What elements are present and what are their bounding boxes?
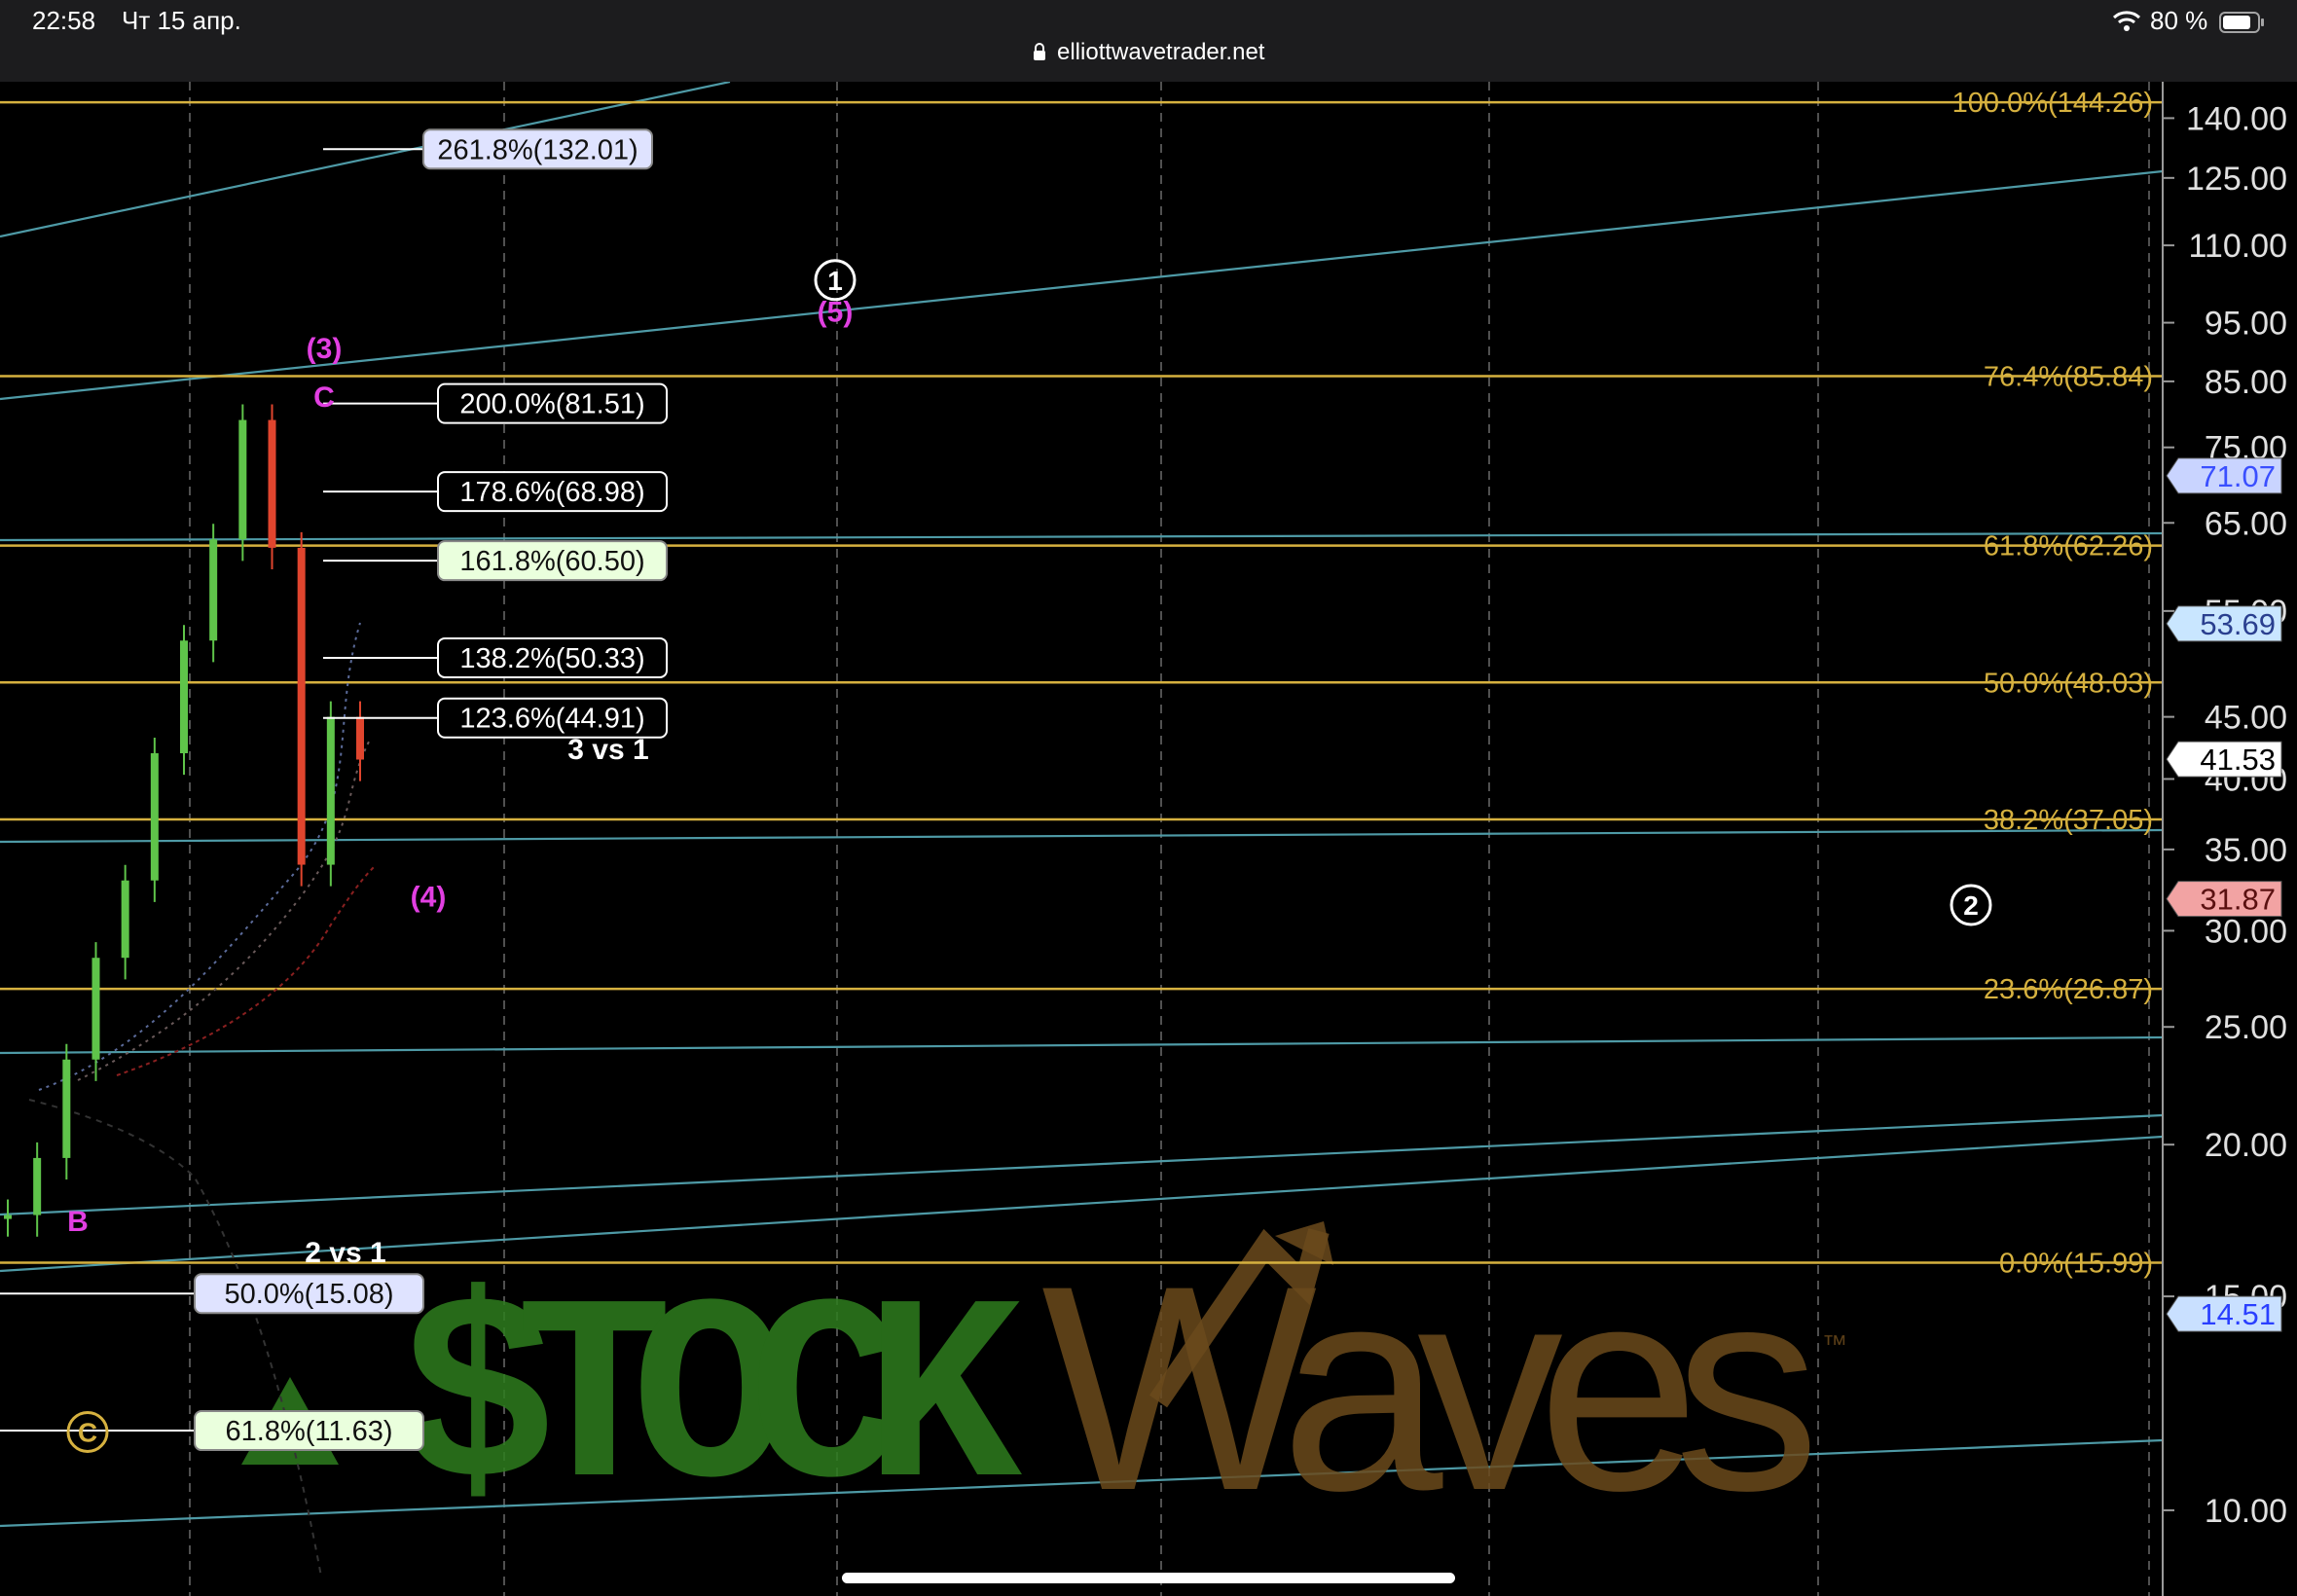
candle-body-9 bbox=[268, 419, 276, 548]
candle-body-3 bbox=[91, 958, 100, 1060]
fib-retracement-label-3: 50.0%(48.03) bbox=[1984, 668, 2153, 699]
candle-body-7 bbox=[209, 539, 218, 641]
price-axis-label-12: 25.00 bbox=[2205, 1009, 2287, 1046]
price-tag-label-2: 41.53 bbox=[2200, 743, 2276, 777]
home-indicator[interactable] bbox=[842, 1573, 1455, 1583]
circled-label-1: 2 bbox=[1963, 890, 1979, 921]
candle-body-2 bbox=[62, 1059, 71, 1158]
price-axis-label-6: 65.00 bbox=[2205, 505, 2287, 542]
price-axis-label-13: 20.00 bbox=[2205, 1127, 2287, 1164]
circled-label-0: 1 bbox=[827, 266, 843, 296]
candle-body-10 bbox=[297, 547, 306, 865]
price-axis-label-10: 35.00 bbox=[2205, 832, 2287, 869]
wave-label-6: 2 vs 1 bbox=[305, 1237, 385, 1269]
fib-retracement-label-2: 61.8%(62.26) bbox=[1984, 531, 2153, 562]
price-axis-label-0: 140.00 bbox=[2186, 100, 2287, 137]
price-axis-label-1: 125.00 bbox=[2186, 161, 2287, 198]
status-bar: 22:58 Чт 15 апр. elliottwavetrader.net 8… bbox=[0, 0, 2297, 82]
wave-label-3: (4) bbox=[411, 881, 447, 913]
projection-path bbox=[28, 1099, 322, 1578]
fib-extension-label-4: 138.2%(50.33) bbox=[459, 643, 644, 674]
price-axis-label-11: 30.00 bbox=[2205, 913, 2287, 950]
candle-body-11 bbox=[326, 716, 335, 865]
fib-extension-label-2: 178.6%(68.98) bbox=[459, 477, 644, 508]
fib-extension-label-5: 123.6%(44.91) bbox=[459, 704, 644, 735]
channel-line-2 bbox=[0, 531, 2164, 542]
fib-retracement-label-0: 100.0%(144.26) bbox=[1952, 88, 2153, 119]
watermark-tm: ™ bbox=[1822, 1329, 1847, 1359]
watermark-text-left: $TOCK bbox=[399, 1256, 1025, 1554]
fib-retracement-label-1: 76.4%(85.84) bbox=[1984, 362, 2153, 393]
elliott-wave-chart[interactable]: $TOCK Waves ™ 100.0%(144.26) 76.4%(85.84)… bbox=[0, 82, 2297, 1596]
status-date: Чт 15 апр. bbox=[122, 6, 241, 35]
fib-retracement-label-6: 0.0%(15.99) bbox=[1999, 1248, 2153, 1279]
candle-body-8 bbox=[238, 419, 247, 540]
candle-body-12 bbox=[356, 716, 364, 760]
channel-line-4 bbox=[0, 1035, 2164, 1055]
price-axis-label-8: 45.00 bbox=[2205, 700, 2287, 737]
price-axis-label-3: 95.00 bbox=[2205, 306, 2287, 343]
candle-body-6 bbox=[180, 640, 188, 754]
wifi-icon bbox=[2112, 10, 2141, 36]
candle-body-5 bbox=[150, 753, 159, 881]
price-axis: 140.00125.00110.0095.0085.0075.0065.0055… bbox=[2162, 82, 2287, 1596]
fib-extension-label-0: 261.8%(132.01) bbox=[437, 134, 638, 165]
address-bar-url[interactable]: elliottwavetrader.net bbox=[1057, 39, 1264, 66]
battery-icon bbox=[2219, 12, 2266, 38]
candle-body-1 bbox=[33, 1157, 42, 1215]
price-tag-label-3: 31.87 bbox=[2200, 883, 2276, 917]
circled-label-2: C bbox=[78, 1417, 97, 1447]
status-time: 22:58 bbox=[32, 6, 96, 35]
candle-body-4 bbox=[121, 880, 129, 959]
candle-body-0 bbox=[4, 1215, 12, 1219]
wave-label-1: C bbox=[313, 381, 335, 414]
price-axis-label-4: 85.00 bbox=[2205, 364, 2287, 401]
price-tag-label-4: 14.51 bbox=[2200, 1297, 2276, 1331]
price-axis-label-2: 110.00 bbox=[2189, 228, 2287, 265]
price-tag-label-1: 53.69 bbox=[2200, 607, 2276, 641]
fib-extension-label-7: 61.8%(11.63) bbox=[226, 1416, 393, 1447]
wave-label-4: B bbox=[67, 1206, 89, 1238]
lock-icon bbox=[1032, 43, 1047, 67]
price-tag-label-0: 71.07 bbox=[2200, 459, 2276, 493]
stockwaves-watermark: $TOCK Waves ™ bbox=[241, 1221, 1847, 1554]
fib-retracement-label-5: 23.6%(26.87) bbox=[1984, 974, 2153, 1005]
fib-extension-label-1: 200.0%(81.51) bbox=[459, 389, 644, 420]
price-tags: 71.07 53.69 41.53 31.87 14.51 bbox=[2166, 457, 2282, 1332]
fib-extension-label-3: 161.8%(60.50) bbox=[459, 546, 644, 577]
moving-average-blue bbox=[38, 622, 361, 1091]
price-axis-label-15: 10.00 bbox=[2205, 1493, 2287, 1530]
fib-retracement-label-4: 38.2%(37.05) bbox=[1984, 805, 2153, 836]
fib-retracement-lines: 100.0%(144.26) 76.4%(85.84) 61.8%(62.26) 50… bbox=[0, 88, 2163, 1279]
channel-line-5 bbox=[0, 1113, 2164, 1216]
fib-extension-label-6: 50.0%(15.08) bbox=[224, 1279, 393, 1310]
wave-label-5: 3 vs 1 bbox=[567, 734, 648, 766]
channel-line-3 bbox=[0, 828, 2164, 844]
battery-percent: 80 % bbox=[2150, 6, 2208, 35]
wave-label-0: (3) bbox=[307, 333, 343, 365]
